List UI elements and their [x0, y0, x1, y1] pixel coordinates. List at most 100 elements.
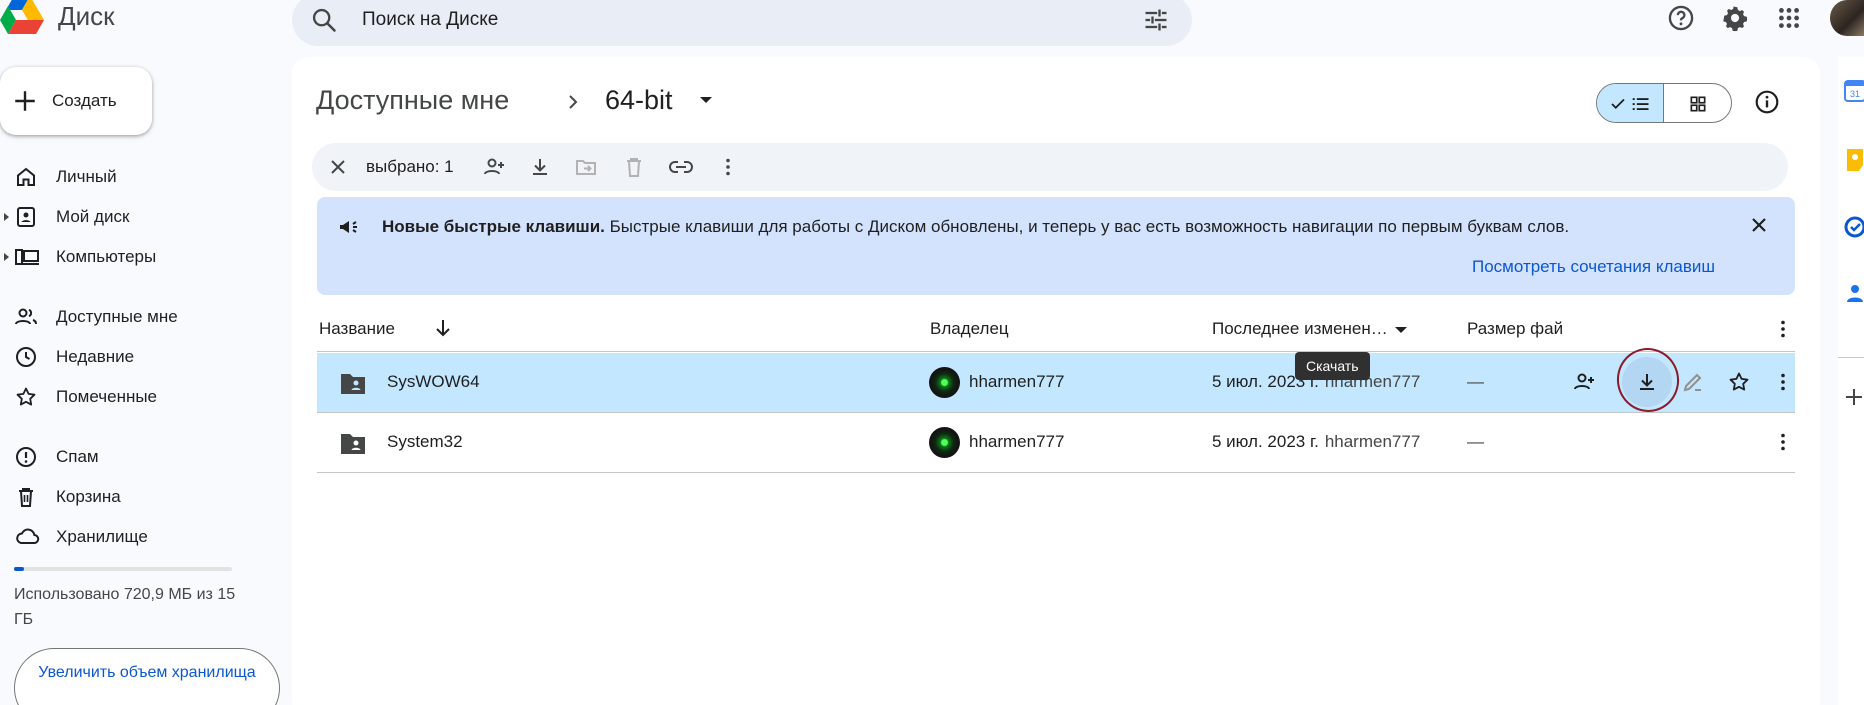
rename-pencil-icon[interactable] [1681, 370, 1705, 394]
side-panel-rail: 31 [1838, 57, 1864, 705]
owner-avatar [929, 367, 960, 398]
column-header-modified[interactable]: Последнее изменен… [1212, 319, 1388, 339]
file-name[interactable]: System32 [387, 432, 463, 452]
download-icon[interactable] [528, 155, 552, 179]
search-icon[interactable] [310, 6, 338, 34]
sidebar-item-trash[interactable]: Корзина [0, 477, 290, 517]
sort-arrow-down-icon[interactable] [433, 317, 453, 339]
move-to-folder-icon[interactable] [574, 155, 598, 179]
trash-icon [14, 485, 38, 509]
modified-cell: 5 июл. 2023 г. hharmen777 [1212, 432, 1420, 452]
sidebar-item-starred[interactable]: Помеченные [0, 377, 290, 417]
megaphone-icon [337, 215, 361, 239]
storage-usage-fill [14, 567, 25, 571]
sidebar-item-shared-with-me[interactable]: Доступные мне [0, 297, 290, 337]
sidebar-item-label: Корзина [56, 487, 121, 506]
apps-button[interactable] [1773, 2, 1805, 34]
selection-count: выбрано: 1 [366, 157, 454, 176]
table-row[interactable]: System32 hharmen777 5 июл. 2023 г. hharme… [317, 413, 1795, 473]
chevron-right-icon [564, 90, 582, 114]
drive-logo-icon [0, 0, 44, 34]
file-name[interactable]: SysWOW64 [387, 372, 480, 392]
more-actions-icon[interactable] [716, 155, 740, 179]
star-icon [14, 385, 38, 409]
info-icon[interactable] [1754, 89, 1780, 115]
account-avatar[interactable] [1830, 0, 1864, 36]
contacts-icon[interactable] [1844, 281, 1864, 305]
expand-arrow-icon[interactable] [4, 213, 9, 221]
settings-button[interactable] [1719, 2, 1751, 34]
drive-logo[interactable]: Диск [0, 0, 115, 34]
sidebar-item-label: Мой диск [56, 207, 130, 226]
upgrade-storage-button[interactable]: Увеличить объем хранилища [14, 648, 280, 705]
search-input[interactable]: Поиск на Диске [362, 9, 498, 31]
sidebar-item-recent[interactable]: Недавние [0, 337, 290, 377]
clock-icon [14, 345, 38, 369]
list-view-button[interactable] [1597, 84, 1664, 122]
column-header-owner[interactable]: Владелец [930, 319, 1009, 339]
annotation-circle [1611, 342, 1685, 418]
help-button[interactable] [1665, 2, 1697, 34]
selection-toolbar: выбрано: 1 [312, 143, 1788, 191]
my-drive-icon [14, 205, 38, 229]
add-addon-plus-icon[interactable] [1844, 387, 1864, 407]
shared-folder-icon [339, 430, 367, 456]
search-bar[interactable]: Поиск на Диске [292, 0, 1192, 46]
banner-text: Новые быстрые клавиши. Быстрые клавиши д… [382, 217, 1569, 237]
search-options-icon[interactable] [1142, 6, 1170, 34]
shared-with-me-icon [14, 305, 40, 329]
tasks-icon[interactable] [1844, 215, 1864, 239]
storage-usage-bar [14, 567, 232, 571]
storage-used-text: Использовано 720,9 МБ из 15 ГБ [14, 586, 236, 628]
spam-icon [14, 445, 38, 469]
owner-name: hharmen777 [969, 372, 1065, 391]
file-size: — [1467, 432, 1484, 451]
more-columns-icon[interactable] [1771, 317, 1795, 341]
column-header-name[interactable]: Название [319, 319, 395, 339]
copy-link-icon[interactable] [668, 155, 694, 179]
modified-sort-caret-icon[interactable] [1395, 327, 1407, 333]
help-icon [1667, 4, 1695, 32]
breadcrumb-root[interactable]: Доступные мне [316, 85, 509, 116]
banner-title: Новые быстрые клавиши. [382, 217, 605, 236]
sidebar-item-computers[interactable]: Компьютеры [0, 237, 290, 277]
clear-selection-icon[interactable] [326, 155, 350, 179]
sidebar-item-label: Хранилище [56, 527, 148, 546]
view-shortcuts-link[interactable]: Посмотреть сочетания клавиш [1472, 257, 1715, 277]
sidebar-item-my-drive[interactable]: Мой диск [0, 197, 290, 237]
keep-icon[interactable] [1844, 147, 1864, 173]
apps-grid-icon [1776, 5, 1802, 31]
close-icon[interactable] [1747, 213, 1771, 237]
expand-arrow-icon[interactable] [4, 253, 9, 261]
grid-view-icon [1688, 94, 1708, 114]
sidebar-item-label: Помеченные [56, 387, 158, 406]
sidebar-item-spam[interactable]: Спам [0, 437, 290, 477]
breadcrumb-current-folder[interactable]: 64-bit [605, 85, 673, 116]
more-actions-icon[interactable] [1771, 370, 1795, 394]
sidebar-item-storage[interactable]: Хранилище [0, 517, 290, 557]
download-tooltip: Скачать [1295, 352, 1370, 380]
column-header-size[interactable]: Размер фай [1467, 319, 1563, 339]
folder-menu-caret-icon[interactable] [700, 97, 712, 103]
sidebar-item-label: Недавние [56, 347, 135, 366]
list-view-icon [1631, 94, 1651, 114]
share-person-add-icon[interactable] [1572, 370, 1596, 394]
gear-icon [1721, 4, 1749, 32]
grid-view-button[interactable] [1664, 84, 1731, 122]
create-button-label: Создать [52, 91, 117, 110]
plus-icon [12, 88, 38, 114]
share-person-add-icon[interactable] [482, 155, 506, 179]
shortcuts-banner: Новые быстрые клавиши. Быстрые клавиши д… [317, 197, 1795, 295]
sidebar-item-personal[interactable]: Личный [0, 157, 290, 197]
table-header: Название Владелец Последнее изменен… Раз… [317, 306, 1795, 352]
star-icon[interactable] [1727, 370, 1751, 394]
view-toggle [1596, 83, 1732, 123]
create-button[interactable]: Создать [0, 67, 152, 135]
owner-avatar [929, 427, 960, 458]
table-row[interactable]: SysWOW64 hharmen777 5 июл. 2023 г. hharme… [317, 342, 1795, 418]
calendar-icon[interactable]: 31 [1844, 79, 1864, 103]
svg-text:31: 31 [1850, 89, 1860, 99]
main-content: Доступные мне 64-bit выбрано: 1 Новые бы… [292, 57, 1820, 705]
more-actions-icon[interactable] [1771, 430, 1795, 454]
delete-icon[interactable] [622, 155, 646, 179]
